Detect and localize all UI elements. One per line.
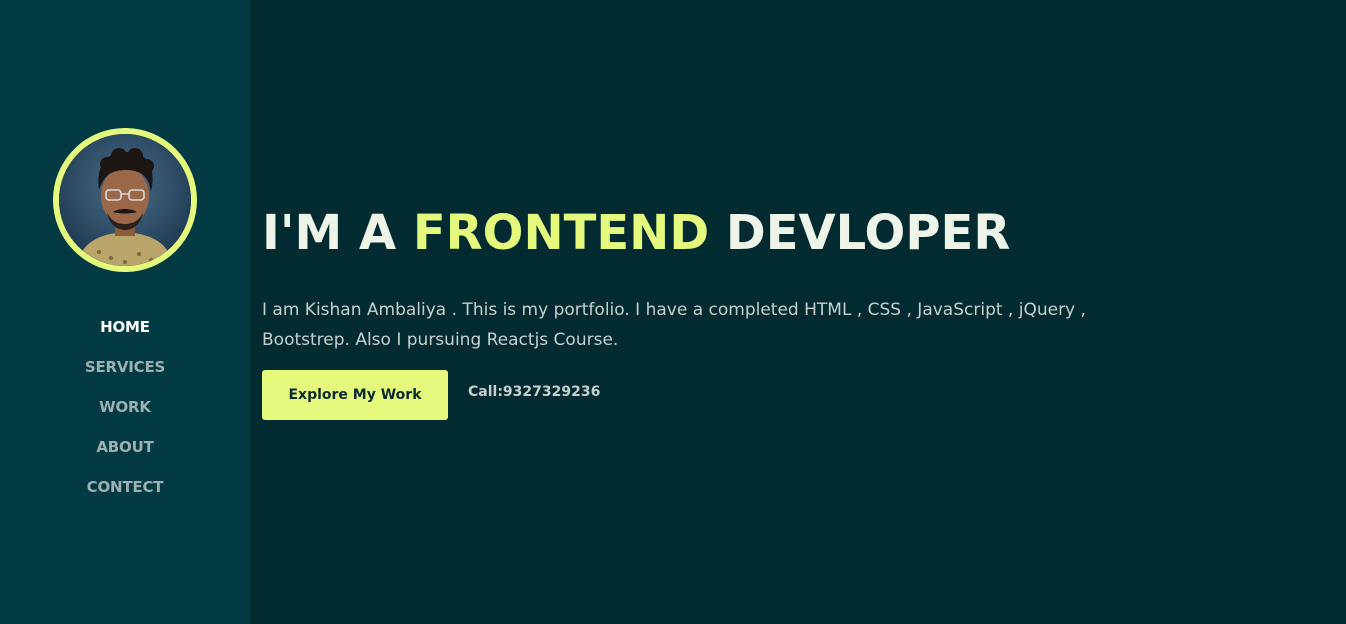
portfolio-page: HOME SERVICES WORK ABOUT CONTECT I'M A F… xyxy=(0,0,1346,624)
hero-title: I'M A FRONTEND DEVLOPER xyxy=(262,205,1010,261)
nav-item-work[interactable]: WORK xyxy=(0,393,250,433)
call-link[interactable]: Call:9327329236 xyxy=(468,384,600,400)
nav-item-home[interactable]: HOME xyxy=(0,313,250,353)
explore-my-work-button[interactable]: Explore My Work xyxy=(262,370,448,420)
hero-title-suffix: DEVLOPER xyxy=(709,205,1011,261)
nav-item-contact[interactable]: CONTECT xyxy=(0,473,250,513)
hero-title-highlight: FRONTEND xyxy=(412,205,710,261)
nav-item-about[interactable]: ABOUT xyxy=(0,433,250,473)
sidebar: HOME SERVICES WORK ABOUT CONTECT xyxy=(0,0,250,624)
hero-title-prefix: I'M A xyxy=(262,205,413,261)
profile-photo-icon xyxy=(59,134,191,266)
main-nav: HOME SERVICES WORK ABOUT CONTECT xyxy=(0,313,250,513)
nav-item-services[interactable]: SERVICES xyxy=(0,353,250,393)
hero-description: I am Kishan Ambaliya . This is my portfo… xyxy=(262,300,1086,350)
avatar xyxy=(53,128,197,272)
